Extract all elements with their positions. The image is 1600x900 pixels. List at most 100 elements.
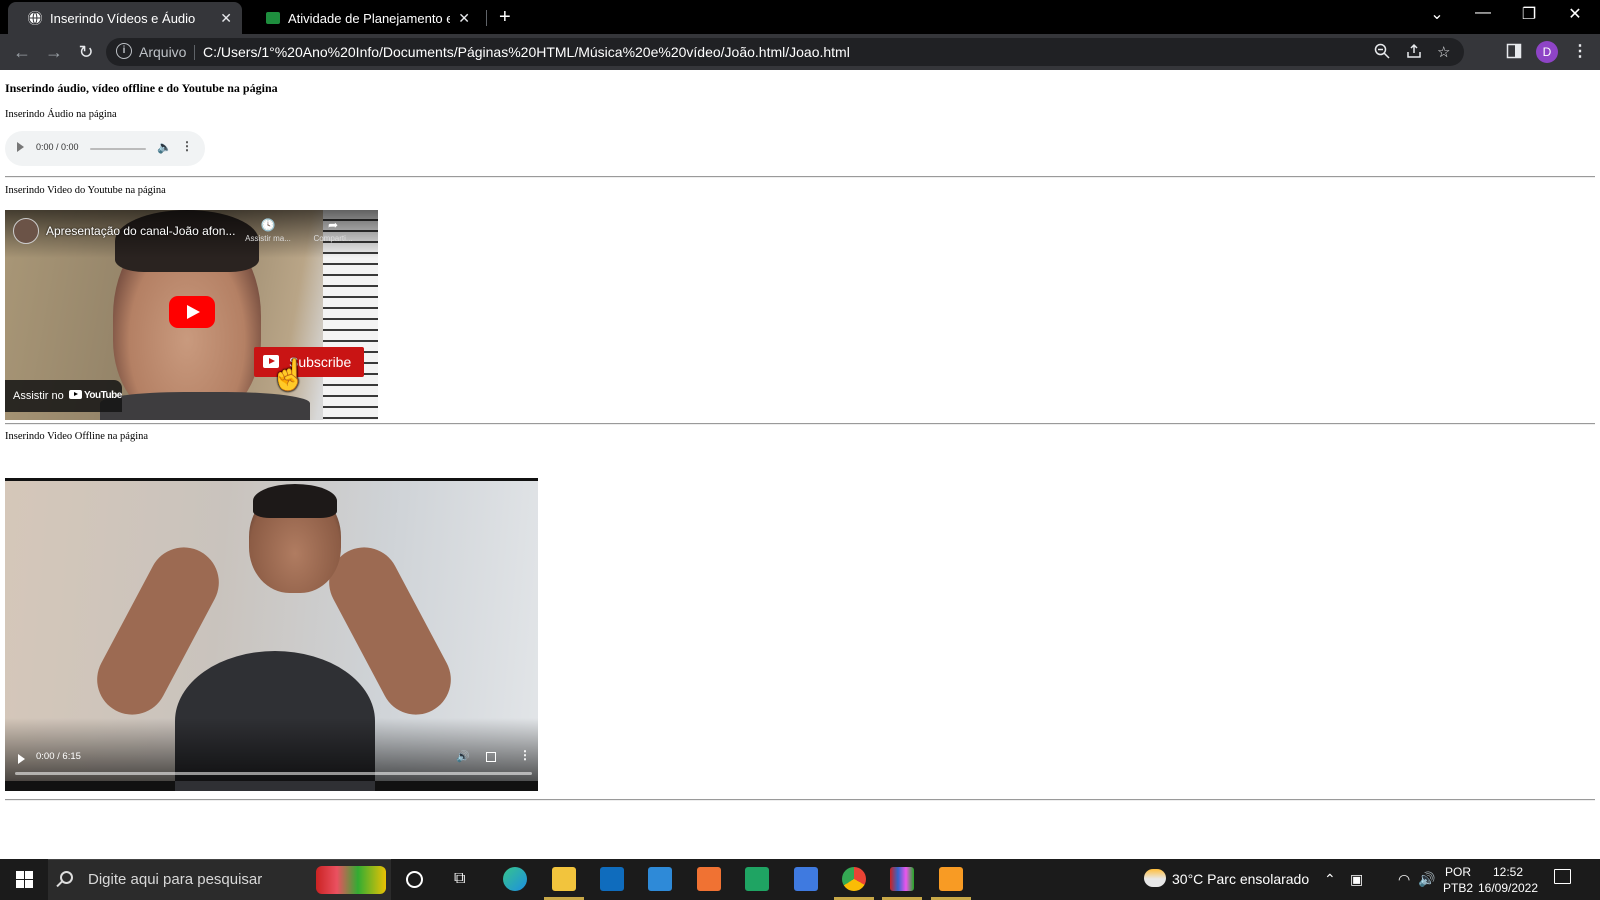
forward-button[interactable]: → <box>42 40 66 64</box>
clock-time: 12:52 <box>1492 865 1524 879</box>
cortana-icon[interactable] <box>406 871 423 888</box>
video-progress-track[interactable] <box>15 772 532 775</box>
app-icon[interactable] <box>890 867 914 891</box>
browser-menu-icon[interactable]: ⋮ <box>1572 41 1588 61</box>
clock[interactable]: 12:52 16/09/2022 <box>1474 864 1542 896</box>
back-button[interactable]: ← <box>10 40 34 64</box>
mail-icon[interactable] <box>648 867 672 891</box>
search-icon <box>60 871 73 884</box>
classroom-icon <box>266 12 280 24</box>
share-label: Comparti... <box>313 234 353 243</box>
file-explorer-icon[interactable] <box>552 867 576 891</box>
more-options-icon[interactable]: ⋮ <box>519 748 531 762</box>
sheets-icon[interactable] <box>745 867 769 891</box>
new-tab-button[interactable]: + <box>499 6 511 28</box>
more-options-icon[interactable]: ⋮ <box>181 139 193 153</box>
offline-video-section-label: Inserindo Video Offline na página <box>5 431 149 442</box>
speaker-icon[interactable]: 🔊 <box>1418 871 1435 888</box>
clock-icon: 🕓 <box>260 218 276 232</box>
url-text[interactable]: C:/Users/1°%20Ano%20Info/Documents/Págin… <box>203 44 850 60</box>
notifications-icon[interactable] <box>1554 869 1571 884</box>
video-hair <box>253 484 337 518</box>
video-player[interactable]: 0:00 / 6:15 🔊 ⋮ <box>5 478 538 791</box>
tray-chevron-icon[interactable]: ⌃ <box>1324 871 1336 888</box>
audio-section-label: Inserindo Áudio na página <box>5 109 117 120</box>
minimize-button[interactable]: — <box>1460 4 1506 22</box>
docs-icon[interactable] <box>794 867 818 891</box>
omnibox-divider <box>194 45 195 60</box>
language-indicator[interactable]: POR PTB2 <box>1443 864 1473 896</box>
watch-on-label: Assistir no <box>13 390 64 402</box>
channel-avatar[interactable] <box>13 218 39 244</box>
sublime-icon[interactable] <box>939 867 963 891</box>
start-windows-icon[interactable] <box>16 871 33 888</box>
browser-toolbar: ← → ↻ i Arquivo C:/Users/1°%20Ano%20Info… <box>0 34 1600 70</box>
taskbar-search[interactable]: Digite aqui para pesquisar <box>48 859 391 900</box>
divider <box>5 176 1595 178</box>
watch-on-youtube-button[interactable]: Assistir no YouTube <box>5 380 122 412</box>
play-icon[interactable] <box>17 142 24 152</box>
youtube-embed[interactable]: Apresentação do canal-João afon... 🕓 Ass… <box>5 210 378 420</box>
profile-avatar[interactable]: D <box>1536 41 1558 63</box>
task-view-icon[interactable]: ⧉ <box>454 870 465 888</box>
youtube-logo-icon <box>69 390 82 399</box>
bookmark-star-icon[interactable]: ☆ <box>1437 43 1450 61</box>
share-icon[interactable] <box>1406 43 1422 63</box>
reload-button[interactable]: ↻ <box>74 40 98 64</box>
video-time: 0:00 / 6:15 <box>36 751 81 762</box>
close-tab-icon[interactable]: ✕ <box>220 10 232 27</box>
thumbnail-shirt <box>100 392 310 420</box>
youtube-wordmark: YouTube <box>69 390 122 401</box>
tab-inserindo-videos[interactable]: Inserindo Vídeos e Áudio ✕ <box>8 2 242 34</box>
meet-icon[interactable]: ▣ <box>1350 871 1363 888</box>
youtube-video-title[interactable]: Apresentação do canal-João afon... <box>46 224 235 238</box>
tab-separator <box>486 10 487 26</box>
youtube-play-button[interactable] <box>169 296 215 328</box>
globe-icon <box>28 11 42 25</box>
youtube-section-label: Inserindo Video do Youtube na página <box>5 185 166 196</box>
scheme-label: Arquivo <box>139 44 187 60</box>
page-heading: Inserindo áudio, vídeo offline e do Yout… <box>5 81 278 95</box>
audio-player[interactable]: 0:00 / 0:00 🔈 ⋮ <box>5 131 205 166</box>
restore-button[interactable]: ❐ <box>1506 4 1552 24</box>
language-code: POR <box>1445 865 1472 879</box>
network-icon[interactable]: ◠ <box>1398 871 1410 888</box>
edge-icon[interactable] <box>503 867 527 891</box>
tab-atividade[interactable]: Atividade de Planejamento e Car ✕ <box>246 2 480 34</box>
chrome-icon[interactable] <box>842 867 866 891</box>
page-content: Inserindo áudio, vídeo offline e do Yout… <box>0 70 1600 859</box>
volume-icon[interactable]: 🔈 <box>157 140 172 154</box>
hand-cursor-icon: ☝ <box>270 359 308 392</box>
youtube-brand-text: YouTube <box>84 390 122 401</box>
taskbar: Digite aqui para pesquisar ⧉ 30°C Parc e… <box>0 859 1600 900</box>
weather-icon[interactable] <box>1144 869 1166 887</box>
weather-text[interactable]: 30°C Parc ensolarado <box>1172 871 1309 887</box>
watch-later-label: Assistir ma... <box>245 234 291 243</box>
store-icon[interactable] <box>600 867 624 891</box>
tab-title: Inserindo Vídeos e Áudio <box>50 10 196 26</box>
fullscreen-icon[interactable] <box>486 752 496 762</box>
address-bar[interactable]: i Arquivo C:/Users/1°%20Ano%20Info/Docum… <box>106 38 1464 66</box>
divider <box>5 799 1595 801</box>
audio-time: 0:00 / 0:00 <box>36 142 79 152</box>
search-highlight-illustration <box>316 866 386 894</box>
info-icon[interactable]: i <box>116 43 132 59</box>
powerpoint-icon[interactable] <box>697 867 721 891</box>
tab-title: Atividade de Planejamento e Car <box>288 10 451 26</box>
share-button[interactable]: ➦ Comparti... <box>303 218 363 243</box>
watch-later-button[interactable]: 🕓 Assistir ma... <box>243 218 293 243</box>
volume-icon[interactable]: 🔊 <box>456 750 470 763</box>
close-tab-icon[interactable]: ✕ <box>458 10 470 27</box>
play-icon[interactable] <box>18 754 25 764</box>
tab-search-chevron-icon[interactable]: ⌄ <box>1414 4 1460 24</box>
zoom-icon[interactable] <box>1374 43 1390 63</box>
close-window-button[interactable]: ✕ <box>1552 4 1598 24</box>
keyboard-layout: PTB2 <box>1443 881 1474 895</box>
audio-progress-track[interactable] <box>90 148 146 150</box>
side-panel-icon[interactable] <box>1506 43 1522 63</box>
share-arrow-icon: ➦ <box>327 218 339 232</box>
search-placeholder: Digite aqui para pesquisar <box>88 871 263 888</box>
divider <box>5 423 1595 425</box>
tab-strip: Inserindo Vídeos e Áudio ✕ Atividade de … <box>0 0 1600 34</box>
clock-date: 16/09/2022 <box>1477 881 1539 895</box>
